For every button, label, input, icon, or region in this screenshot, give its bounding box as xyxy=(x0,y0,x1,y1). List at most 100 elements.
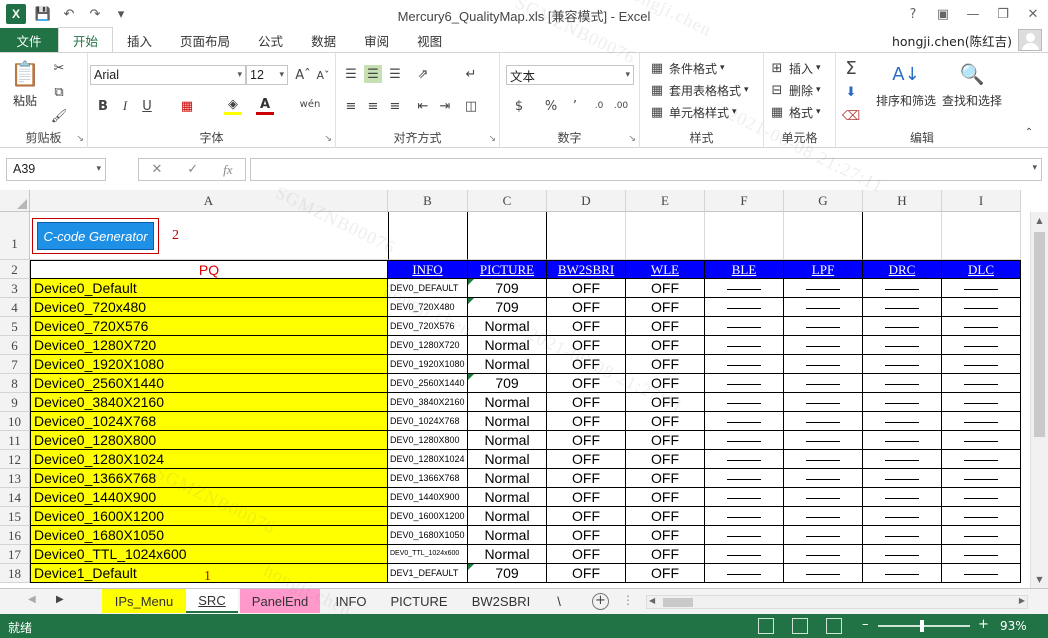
row-header[interactable]: 9 xyxy=(0,393,30,412)
tab-formulas[interactable]: 公式 xyxy=(244,28,297,52)
pq-cell[interactable]: Device0_1280X720 xyxy=(30,336,388,355)
dash-cell[interactable] xyxy=(863,431,942,450)
zoom-in-icon[interactable]: + xyxy=(978,617,989,632)
row-header[interactable]: 14 xyxy=(0,488,30,507)
column-header-g[interactable]: G xyxy=(784,190,863,212)
dash-cell[interactable] xyxy=(863,317,942,336)
sheet-tab-more[interactable]: \ xyxy=(546,589,572,613)
user-name[interactable]: hongji.chen(陈红吉) xyxy=(892,31,1012,50)
comma-icon[interactable]: ’ xyxy=(566,97,584,115)
help-button[interactable]: ? xyxy=(898,0,928,28)
align-center-icon[interactable]: ≡ xyxy=(364,97,382,115)
dash-cell[interactable] xyxy=(705,564,784,583)
dash-cell[interactable] xyxy=(784,355,863,374)
insert-cells-button[interactable]: ⊞ 插入 ▾ xyxy=(768,59,821,77)
info-cell[interactable]: DEV0_1920X1080 xyxy=(388,355,468,374)
cell-styles-button[interactable]: ▦ 单元格样式 ▾ xyxy=(648,103,737,121)
format-painter-icon[interactable]: 🖌 xyxy=(50,107,68,125)
row-header[interactable]: 6 xyxy=(0,336,30,355)
bw2sbri-cell[interactable]: OFF xyxy=(547,507,626,526)
bw2sbri-cell[interactable]: OFF xyxy=(547,564,626,583)
pq-cell[interactable]: Device0_3840X2160 xyxy=(30,393,388,412)
align-left-icon[interactable]: ≡ xyxy=(342,97,360,115)
bw2sbri-cell[interactable]: OFF xyxy=(547,374,626,393)
column-header-c[interactable]: C xyxy=(468,190,547,212)
increase-indent-icon[interactable]: ⇥ xyxy=(436,97,454,115)
bw2sbri-cell[interactable]: OFF xyxy=(547,279,626,298)
picture-cell[interactable]: 709 xyxy=(468,374,547,393)
wle-cell[interactable]: OFF xyxy=(626,507,705,526)
pq-cell[interactable]: Device0_1024X768 xyxy=(30,412,388,431)
customize-toolbar-icon[interactable]: ▾ xyxy=(112,5,130,23)
dash-cell[interactable] xyxy=(942,469,1021,488)
picture-cell[interactable]: 709 xyxy=(468,564,547,583)
dash-cell[interactable] xyxy=(784,545,863,564)
table-cell[interactable] xyxy=(388,212,468,260)
bold-icon[interactable]: B xyxy=(94,97,112,115)
wle-cell[interactable]: OFF xyxy=(626,431,705,450)
increase-font-icon[interactable]: Aˆ xyxy=(294,66,312,84)
dash-cell[interactable] xyxy=(784,450,863,469)
delete-cells-button[interactable]: ⊟ 删除 ▾ xyxy=(768,81,821,99)
bw2sbri-cell[interactable]: OFF xyxy=(547,488,626,507)
decrease-indent-icon[interactable]: ⇤ xyxy=(414,97,432,115)
info-cell[interactable]: DEV0_1280X1024 xyxy=(388,450,468,469)
header-pq[interactable]: PQ xyxy=(30,260,388,279)
bw2sbri-cell[interactable]: OFF xyxy=(547,412,626,431)
dash-cell[interactable] xyxy=(863,412,942,431)
row-header[interactable]: 18 xyxy=(0,564,30,583)
bw2sbri-cell[interactable]: OFF xyxy=(547,431,626,450)
row-header[interactable]: 3 xyxy=(0,279,30,298)
row-header[interactable]: 5 xyxy=(0,317,30,336)
sheet-tab-info[interactable]: INFO xyxy=(322,589,380,613)
dash-cell[interactable] xyxy=(942,450,1021,469)
column-header-b[interactable]: B xyxy=(388,190,468,212)
dash-cell[interactable] xyxy=(784,374,863,393)
number-format-select[interactable]: 文本 ▾ xyxy=(506,65,634,85)
normal-view-icon[interactable] xyxy=(758,618,774,634)
column-header-i[interactable]: I xyxy=(942,190,1021,212)
dash-cell[interactable] xyxy=(942,507,1021,526)
sheet-tab-panelend[interactable]: PanelEnd xyxy=(240,589,320,613)
vertical-scrollbar[interactable]: ▲ ▼ xyxy=(1030,212,1048,588)
picture-cell[interactable]: Normal xyxy=(468,526,547,545)
scroll-up-icon[interactable]: ▲ xyxy=(1031,212,1048,229)
dash-cell[interactable] xyxy=(942,336,1021,355)
bw2sbri-cell[interactable]: OFF xyxy=(547,298,626,317)
bw2sbri-cell[interactable]: OFF xyxy=(547,336,626,355)
collapse-ribbon-icon[interactable]: ⌃ xyxy=(1020,123,1038,141)
wle-cell[interactable]: OFF xyxy=(626,298,705,317)
select-all-corner[interactable] xyxy=(0,190,30,212)
dash-cell[interactable] xyxy=(863,393,942,412)
header-drc[interactable]: DRC xyxy=(863,260,942,279)
minimize-button[interactable]: — xyxy=(958,0,988,28)
pq-cell[interactable]: Device0_2560X1440 xyxy=(30,374,388,393)
pq-cell[interactable]: Device0_1600X1200 xyxy=(30,507,388,526)
picture-cell[interactable]: Normal xyxy=(468,450,547,469)
dash-cell[interactable] xyxy=(784,279,863,298)
zoom-slider[interactable] xyxy=(878,620,970,632)
font-size-select[interactable]: 12 ▾ xyxy=(246,65,288,85)
restore-button[interactable]: ❐ xyxy=(988,0,1018,28)
wle-cell[interactable]: OFF xyxy=(626,469,705,488)
dialog-launcher-icon[interactable]: ↘ xyxy=(628,134,636,144)
picture-cell[interactable]: 709 xyxy=(468,298,547,317)
picture-cell[interactable]: Normal xyxy=(468,507,547,526)
orientation-icon[interactable]: ⇗ xyxy=(414,65,432,83)
conditional-format-button[interactable]: ▦ 条件格式 ▾ xyxy=(648,59,725,77)
align-bottom-icon[interactable]: ☰ xyxy=(386,65,404,83)
bw2sbri-cell[interactable]: OFF xyxy=(547,469,626,488)
picture-cell[interactable]: 709 xyxy=(468,279,547,298)
column-header-a[interactable]: A xyxy=(30,190,388,212)
dash-cell[interactable] xyxy=(784,317,863,336)
info-cell[interactable]: DEV1_DEFAULT xyxy=(388,564,468,583)
picture-cell[interactable]: Normal xyxy=(468,412,547,431)
header-ble[interactable]: BLE xyxy=(705,260,784,279)
fill-icon[interactable]: ⬇ xyxy=(842,83,860,101)
row-header[interactable]: 15 xyxy=(0,507,30,526)
dash-cell[interactable] xyxy=(705,374,784,393)
dash-cell[interactable] xyxy=(705,488,784,507)
find-select-button[interactable]: 🔍 查找和选择 xyxy=(942,59,1002,109)
wrap-text-icon[interactable]: ↵ xyxy=(462,65,480,83)
dash-cell[interactable] xyxy=(942,431,1021,450)
